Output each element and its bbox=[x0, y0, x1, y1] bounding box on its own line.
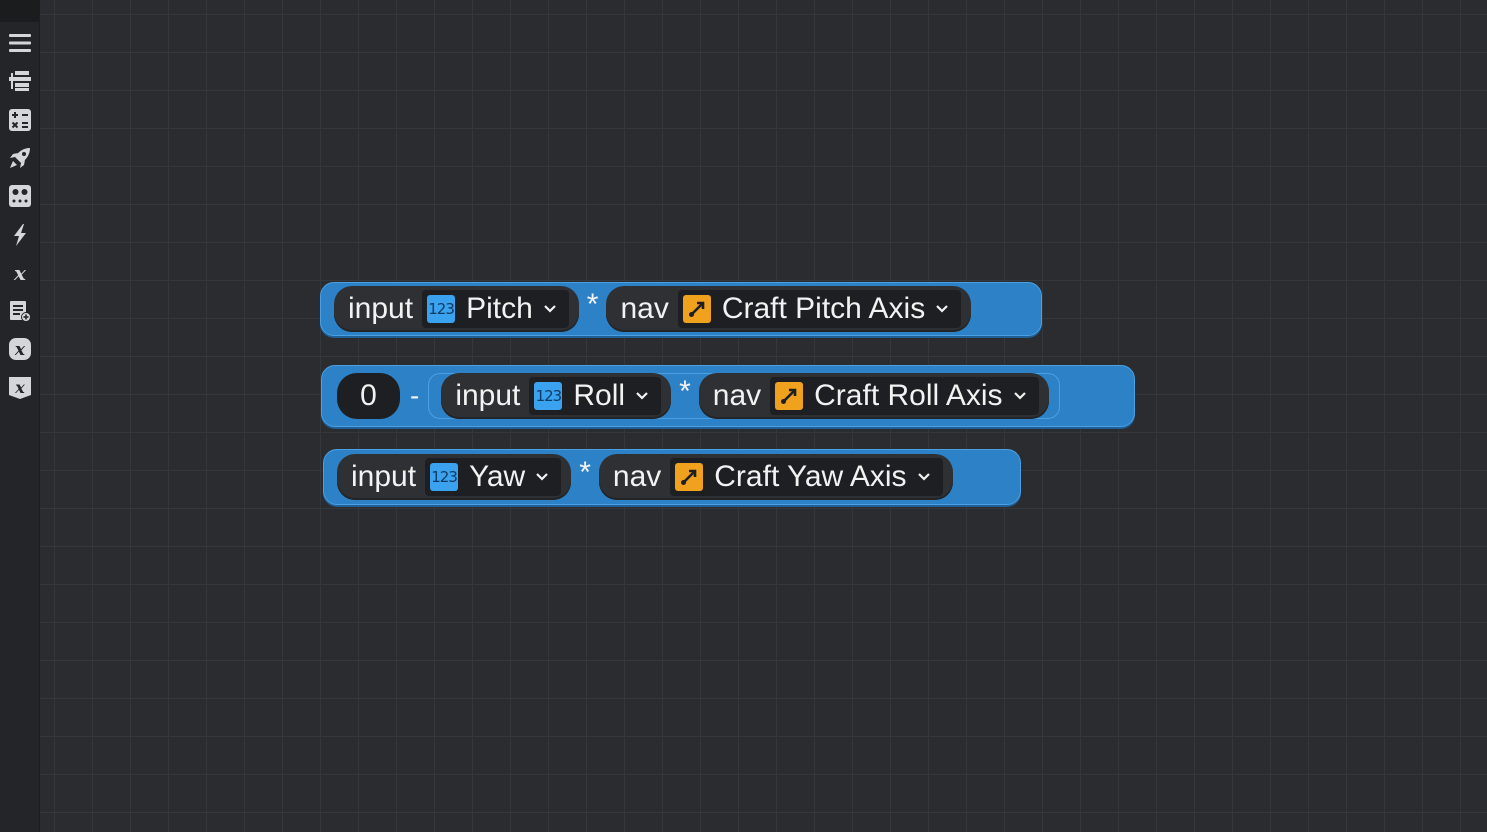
nav-dropdown-value: Craft Roll Axis bbox=[814, 379, 1003, 412]
menu-icon[interactable] bbox=[5, 28, 34, 57]
number-type-icon: 123 bbox=[430, 463, 459, 491]
multiply-operator: * bbox=[679, 375, 691, 408]
roll-input-dropdown[interactable]: 123 Roll bbox=[529, 377, 662, 415]
input-keyword: input bbox=[351, 460, 417, 493]
pitch-multiply-block[interactable]: input 123 Pitch * nav Craft Pitch Axis bbox=[320, 282, 1042, 336]
minus-operator: - bbox=[410, 380, 420, 411]
app: x x x input 123 Pitch * nav Craft Pitch … bbox=[0, 0, 1487, 832]
pitch-input-dropdown[interactable]: 123 Pitch bbox=[422, 290, 569, 328]
chevron-down-icon bbox=[535, 472, 549, 482]
pitch-nav-block[interactable]: nav Craft Pitch Axis bbox=[606, 286, 972, 332]
controls-icon[interactable] bbox=[5, 181, 34, 210]
block-workspace[interactable]: input 123 Pitch * nav Craft Pitch Axis 0 bbox=[40, 0, 1487, 832]
list-add-icon[interactable] bbox=[5, 296, 34, 325]
input-dropdown-value: Pitch bbox=[466, 292, 533, 325]
yaw-input-dropdown[interactable]: 123 Yaw bbox=[425, 458, 562, 496]
chevron-down-icon bbox=[635, 391, 649, 401]
nav-dropdown-value: Craft Pitch Axis bbox=[721, 292, 926, 325]
chevron-down-icon bbox=[935, 304, 949, 314]
number-type-icon: 123 bbox=[427, 295, 456, 323]
roll-subtract-block[interactable]: 0 - input 123 Roll * nav Craft Roll Axis bbox=[321, 365, 1135, 427]
svg-text:x: x bbox=[13, 261, 27, 285]
multiply-operator: * bbox=[579, 456, 591, 489]
rocket-icon[interactable] bbox=[5, 143, 34, 172]
variable-box-icon[interactable]: x bbox=[5, 334, 34, 363]
input-keyword: input bbox=[455, 379, 521, 412]
input-dropdown-value: Yaw bbox=[469, 460, 526, 493]
yaw-multiply-block[interactable]: input 123 Yaw * nav Craft Yaw Axis bbox=[323, 449, 1021, 505]
blocks-list-icon[interactable] bbox=[5, 66, 34, 95]
nav-keyword: nav bbox=[620, 292, 669, 325]
math-icon[interactable] bbox=[5, 105, 34, 134]
nav-dropdown-value: Craft Yaw Axis bbox=[714, 460, 907, 493]
number-type-icon: 123 bbox=[534, 382, 563, 410]
variable-icon[interactable]: x bbox=[5, 258, 34, 287]
yaw-nav-block[interactable]: nav Craft Yaw Axis bbox=[598, 454, 953, 500]
input-dropdown-value: Roll bbox=[573, 379, 626, 412]
roll-multiply-block[interactable]: input 123 Roll * nav Craft Roll Axis bbox=[428, 373, 1060, 419]
yaw-nav-dropdown[interactable]: Craft Yaw Axis bbox=[670, 458, 943, 496]
chevron-down-icon bbox=[1013, 391, 1027, 401]
axis-arrow-icon bbox=[682, 295, 711, 323]
sidebar-header bbox=[0, 0, 39, 22]
chevron-down-icon bbox=[917, 472, 931, 482]
nav-keyword: nav bbox=[712, 379, 762, 412]
axis-arrow-icon bbox=[675, 463, 704, 491]
roll-nav-block[interactable]: nav Craft Roll Axis bbox=[698, 373, 1049, 419]
lightning-icon[interactable] bbox=[5, 220, 34, 249]
pitch-input-block[interactable]: input 123 Pitch bbox=[334, 286, 579, 332]
chevron-down-icon bbox=[543, 304, 557, 314]
svg-text:x: x bbox=[14, 378, 25, 397]
nav-keyword: nav bbox=[612, 460, 662, 493]
axis-arrow-icon bbox=[775, 382, 804, 410]
pitch-nav-dropdown[interactable]: Craft Pitch Axis bbox=[677, 290, 962, 328]
variable-shield-icon[interactable]: x bbox=[5, 373, 34, 402]
toolbox-sidebar: x x x bbox=[0, 0, 40, 832]
roll-nav-dropdown[interactable]: Craft Roll Axis bbox=[770, 377, 1039, 415]
multiply-operator: * bbox=[586, 288, 599, 321]
roll-input-block[interactable]: input 123 Roll bbox=[441, 373, 672, 419]
input-keyword: input bbox=[348, 292, 414, 325]
yaw-input-block[interactable]: input 123 Yaw bbox=[337, 454, 572, 500]
svg-text:x: x bbox=[13, 340, 25, 360]
zero-number-field[interactable]: 0 bbox=[337, 373, 400, 419]
